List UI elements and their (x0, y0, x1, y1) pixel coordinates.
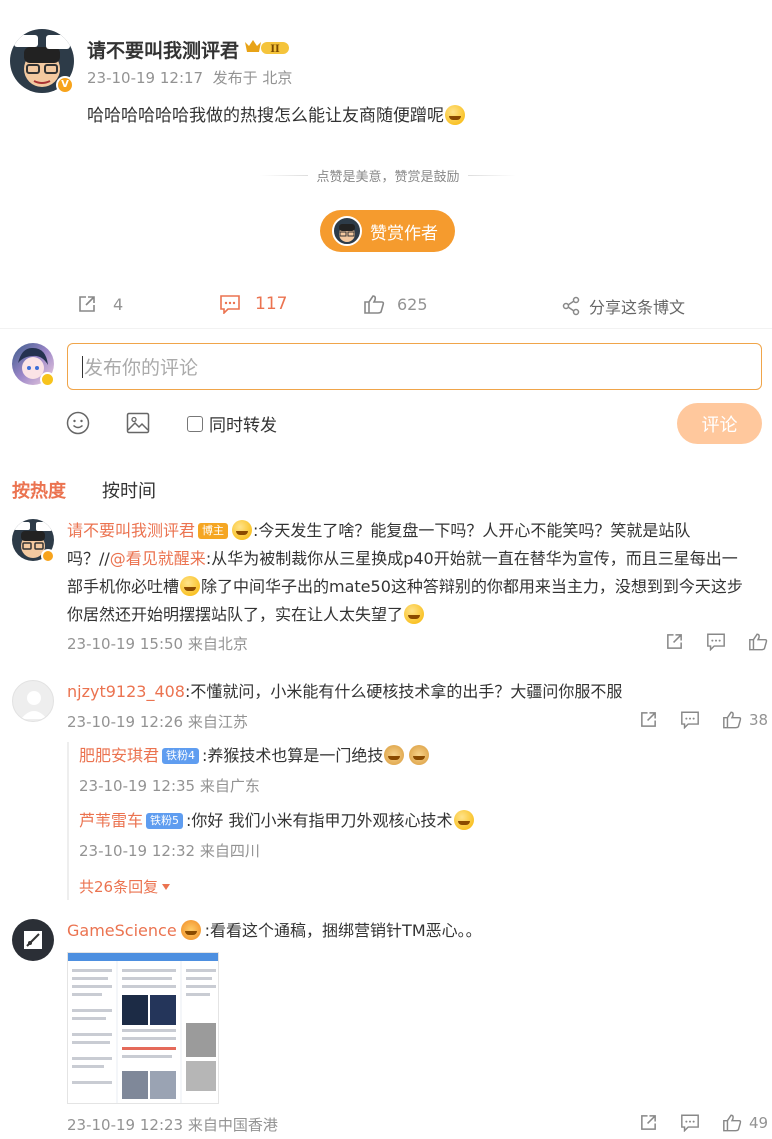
laugh-cry-emoji-icon (180, 576, 201, 596)
level-badge-text: II (270, 44, 280, 55)
comment-actions: 38 (639, 710, 768, 729)
share-action[interactable]: 分享这条博文 (561, 294, 685, 318)
verified-badge: V (56, 76, 74, 94)
reply-icon[interactable] (680, 710, 700, 729)
reward-button-label: 赞赏作者 (370, 223, 438, 244)
tab-time[interactable]: 按时间 (102, 477, 156, 503)
attached-image-thumbnail[interactable] (67, 952, 219, 1104)
comment-icon (220, 295, 240, 314)
comment-time: 23-10-19 15:50 来自北京 (67, 635, 248, 653)
thumbs-up-icon[interactable] (748, 632, 768, 651)
comment-body: 请不要叫我测评君 博主:今天发生了啥？能复盘一下吗？人开心不能笑吗？笑就是站队 吗… (67, 520, 743, 624)
monkey-emoji-icon (409, 745, 430, 765)
reply-body: 芦苇雷车 铁粉5:你好 我们小米有指甲刀外观核心技术 (79, 807, 475, 835)
fan-badge: 铁粉5 (146, 813, 184, 829)
forward-count: 4 (113, 294, 124, 314)
thumbs-up-icon[interactable] (722, 710, 742, 729)
text-cursor (82, 355, 83, 378)
fan-badge: 铁粉4 (162, 748, 200, 764)
forward-icon (79, 296, 95, 312)
comment-username[interactable]: njzyt9123_408 (67, 682, 185, 701)
laugh-cry-emoji-icon (232, 520, 253, 540)
submit-comment-button[interactable]: 评论 (677, 403, 762, 444)
more-replies-link[interactable]: 共26条回复 (79, 876, 171, 897)
share-icon (562, 296, 580, 316)
divider-right (467, 175, 516, 176)
comment-actions (665, 632, 768, 651)
forward-icon[interactable] (665, 632, 684, 651)
comment-username[interactable]: 请不要叫我测评君 (67, 521, 195, 540)
comment-input-placeholder: 发布你的评论 (84, 357, 199, 379)
level-badge-icon: II (243, 38, 291, 56)
comment-input[interactable]: 发布你的评论 (67, 343, 762, 390)
caret-down-icon (162, 883, 171, 890)
share-label: 分享这条博文 (589, 298, 686, 317)
comment-body: njzyt9123_408:不懂就问，小米能有什么硬核技术拿的出手？大疆问你服不… (67, 682, 623, 701)
reply-body: 肥肥安琪君 铁粉4:养猴技术也算是一门绝技 (79, 742, 430, 770)
comment-count: 117 (255, 294, 288, 314)
reply-time: 23-10-19 12:35 来自广东 (79, 777, 260, 795)
reward-tagline: 点赞是美意，赞赏是鼓励 (248, 166, 528, 185)
image-button[interactable] (126, 411, 150, 435)
comment-avatar[interactable] (12, 919, 54, 961)
reply-username[interactable]: 芦苇雷车 (79, 811, 143, 830)
repost-label: 同时转发 (209, 416, 277, 436)
reply-time: 23-10-19 12:32 来自四川 (79, 842, 260, 860)
divider-left (260, 175, 309, 176)
like-count: 38 (749, 710, 769, 729)
repost-checkbox-group[interactable]: 同时转发 (187, 411, 277, 436)
submit-label: 评论 (701, 414, 738, 436)
laugh-cry-emoji-icon (445, 105, 465, 125)
post-author-name[interactable]: 请不要叫我测评君 (87, 36, 239, 63)
comment-verified-badge (41, 549, 55, 563)
comment-avatar[interactable] (12, 680, 54, 722)
laughing-emoji-icon (453, 810, 474, 830)
forward-action[interactable]: 4 (77, 294, 123, 314)
post-content: 哈哈哈哈哈哈我做的热搜怎么能让友商随便蹭呢 (87, 101, 466, 126)
crown-badge-icon (180, 920, 201, 940)
like-count: 625 (397, 294, 428, 314)
monkey-emoji-icon (384, 745, 405, 765)
smiley-icon (66, 411, 90, 435)
emoji-button[interactable] (66, 411, 90, 435)
blogger-badge: 博主 (198, 523, 229, 539)
section-divider (0, 328, 772, 329)
repost-checkbox[interactable] (187, 415, 203, 432)
image-icon (126, 412, 150, 434)
reply-icon[interactable] (706, 632, 726, 651)
comment-body: GameScience:看看这个通稿，捆绑营销针TM恶心。。 (67, 920, 482, 940)
comment-username[interactable]: GameScience (67, 921, 177, 940)
thumbs-up-icon (364, 295, 385, 314)
laugh-cry-emoji-icon (404, 604, 425, 624)
comment-action[interactable]: 117 (219, 294, 287, 314)
post-timestamp: 23-10-19 12:17 发布于 北京 (87, 69, 293, 87)
reward-avatar (332, 216, 362, 246)
like-count: 49 (749, 1113, 769, 1132)
user-verified-badge (40, 372, 55, 387)
thumbs-up-icon[interactable] (722, 1113, 742, 1132)
reply-username[interactable]: 肥肥安琪君 (79, 746, 159, 765)
tab-hot[interactable]: 按热度 (12, 477, 66, 503)
forward-icon[interactable] (639, 710, 658, 729)
reply-icon[interactable] (680, 1113, 700, 1132)
comment-actions: 49 (639, 1113, 768, 1132)
comment-time: 23-10-19 12:26 来自江苏 (67, 713, 248, 731)
comment-time: 23-10-19 12:23 来自中国香港 (67, 1116, 278, 1134)
forward-icon[interactable] (639, 1113, 658, 1132)
like-action[interactable]: 625 (363, 294, 428, 314)
reward-button[interactable]: 赞赏作者 (320, 210, 455, 252)
mention-link[interactable]: @看见就醒来 (110, 549, 206, 568)
